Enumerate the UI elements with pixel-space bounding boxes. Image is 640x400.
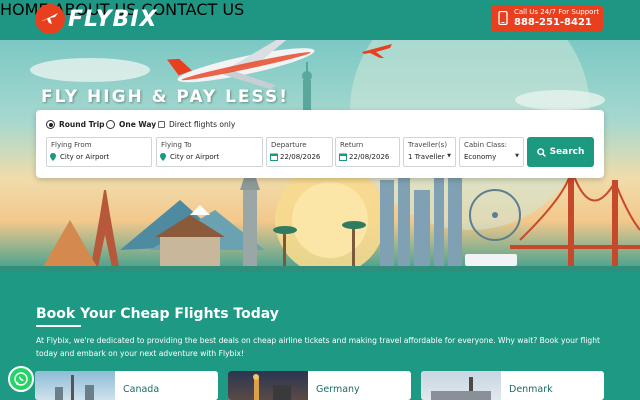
intro-paragraph: At Flybix, we're dedicated to providing … bbox=[36, 336, 600, 358]
flying-to-label: Flying To bbox=[161, 141, 192, 149]
radio-checked-icon bbox=[46, 120, 55, 129]
flying-from-label: Flying From bbox=[51, 141, 92, 149]
one-way-label: One Way bbox=[119, 120, 157, 129]
departure-label: Departure bbox=[271, 141, 307, 149]
flight-search-form: Round Trip One Way Direct flights only F… bbox=[36, 110, 604, 178]
flying-to-input: City or Airport bbox=[170, 153, 220, 161]
departure-input: 22/08/2026 bbox=[280, 153, 321, 161]
flying-to-field[interactable]: Flying To City or Airport bbox=[156, 137, 263, 167]
calendar-icon bbox=[270, 153, 278, 161]
destination-image bbox=[228, 371, 308, 400]
destination-name: Germany bbox=[316, 384, 360, 395]
travellers-label: Traveller(s) bbox=[408, 141, 448, 149]
plane-logo-icon bbox=[35, 4, 65, 34]
return-label: Return bbox=[340, 141, 364, 149]
cabin-class-value: Economy bbox=[464, 153, 497, 161]
destination-image bbox=[35, 371, 115, 400]
one-way-radio[interactable]: One Way bbox=[106, 120, 156, 129]
departure-field[interactable]: Departure 22/08/2026 bbox=[266, 137, 333, 167]
direct-flights-checkbox[interactable]: Direct flights only bbox=[158, 120, 235, 129]
search-button[interactable]: Search bbox=[527, 137, 594, 167]
flying-from-field[interactable]: Flying From City or Airport bbox=[46, 137, 152, 167]
checkbox-icon bbox=[158, 121, 165, 128]
cabin-class-select[interactable]: Cabin Class: Economy ▼ bbox=[459, 137, 524, 167]
brand-name: FLYBIX bbox=[68, 6, 158, 32]
destination-name: Canada bbox=[123, 384, 160, 395]
call-support-label: Call Us 24/7 For Support bbox=[514, 8, 600, 16]
return-field[interactable]: Return 22/08/2026 bbox=[335, 137, 400, 167]
destination-card-denmark[interactable]: Denmark bbox=[421, 371, 604, 400]
radio-unchecked-icon bbox=[106, 120, 115, 129]
round-trip-label: Round Trip bbox=[59, 120, 105, 129]
location-pin-icon bbox=[160, 153, 166, 161]
search-button-label: Search bbox=[549, 147, 585, 157]
destination-card-canada[interactable]: Canada bbox=[35, 371, 218, 400]
return-input: 22/08/2026 bbox=[349, 153, 390, 161]
round-trip-radio[interactable]: Round Trip bbox=[46, 120, 105, 129]
call-phone-number: 888-251-8421 bbox=[514, 17, 592, 28]
whatsapp-button[interactable] bbox=[8, 366, 34, 392]
destination-name: Denmark bbox=[509, 384, 553, 395]
call-support-button[interactable]: Call Us 24/7 For Support 888-251-8421 bbox=[491, 5, 603, 32]
flying-from-input: City or Airport bbox=[60, 153, 110, 161]
title-underline bbox=[36, 325, 81, 327]
location-pin-icon bbox=[50, 153, 56, 161]
section-title: Book Your Cheap Flights Today bbox=[36, 306, 279, 322]
caret-down-icon: ▼ bbox=[447, 153, 451, 159]
destination-image bbox=[421, 371, 501, 400]
travellers-select[interactable]: Traveller(s) 1 Traveller ▼ bbox=[403, 137, 456, 167]
direct-flights-label: Direct flights only bbox=[169, 120, 236, 129]
logo[interactable]: FLYBIX bbox=[35, 4, 157, 34]
hero-title: FLY HIGH & PAY LESS! bbox=[41, 87, 290, 107]
travellers-value: 1 Traveller bbox=[408, 153, 445, 161]
destination-card-germany[interactable]: Germany bbox=[228, 371, 411, 400]
search-icon bbox=[536, 147, 546, 157]
phone-icon bbox=[498, 11, 508, 25]
calendar-icon bbox=[339, 153, 347, 161]
caret-down-icon: ▼ bbox=[515, 153, 519, 159]
whatsapp-icon bbox=[14, 372, 28, 386]
site-header: FLYBIX HOME ABOUT US CONTACT US Call Us … bbox=[0, 0, 640, 40]
cabin-class-label: Cabin Class: bbox=[464, 141, 508, 149]
